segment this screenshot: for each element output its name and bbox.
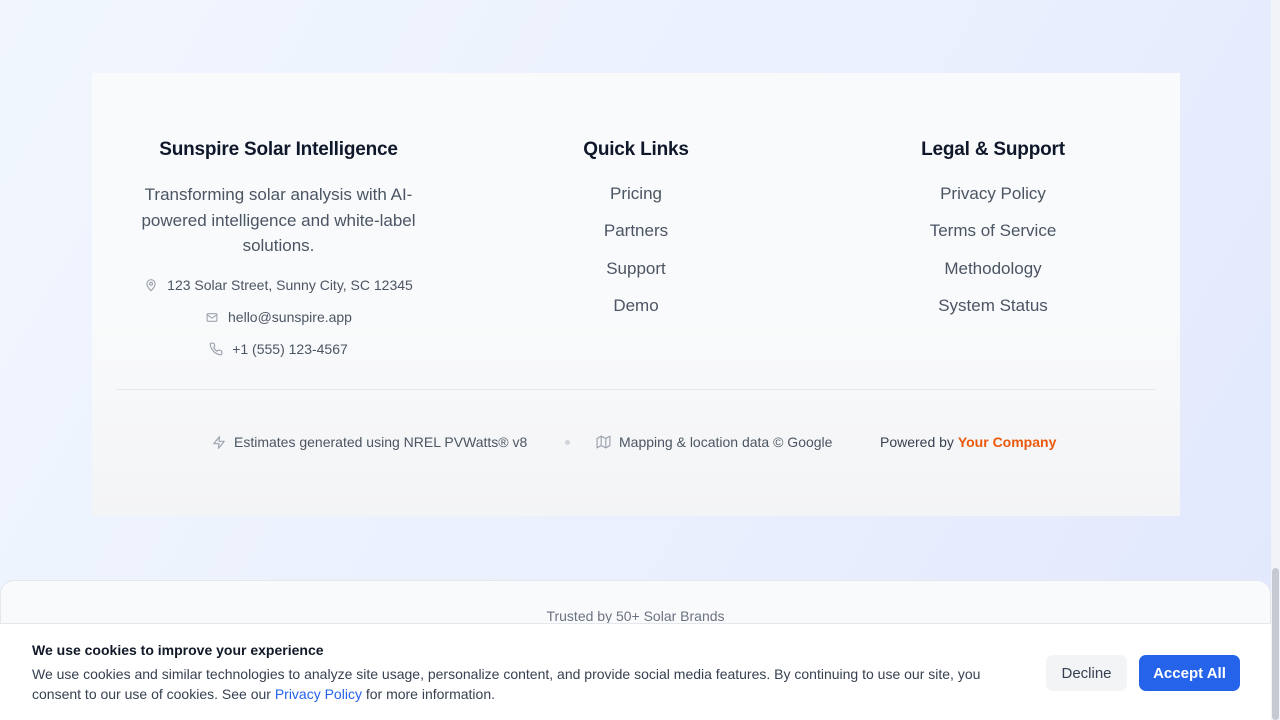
legal-support-heading: Legal & Support bbox=[921, 139, 1065, 160]
cookie-message-text: We use cookies and similar technologies … bbox=[32, 666, 981, 702]
attribution-mapping: Mapping & location data © Google bbox=[596, 432, 832, 452]
phone-icon bbox=[209, 342, 223, 356]
map-pin-icon bbox=[146, 278, 156, 291]
footer-link-demo[interactable]: Demo bbox=[497, 296, 775, 320]
contact-email[interactable]: hello@sunspire.app bbox=[116, 307, 441, 327]
cookie-privacy-policy-link[interactable]: Privacy Policy bbox=[275, 686, 362, 702]
powered-by-company-link[interactable]: Your Company bbox=[958, 434, 1057, 450]
powered-by-label: Powered by bbox=[880, 434, 954, 450]
footer-link-support[interactable]: Support bbox=[497, 259, 775, 283]
attribution-estimates: Estimates generated using NREL PVWatts® … bbox=[212, 432, 527, 452]
site-footer: Sunspire Solar Intelligence Transforming… bbox=[92, 73, 1180, 516]
contact-address: 123 Solar Street, Sunny City, SC 12345 bbox=[116, 275, 441, 295]
vertical-scrollbar[interactable] bbox=[1271, 0, 1280, 720]
zap-icon bbox=[213, 435, 225, 449]
quick-links-heading: Quick Links bbox=[583, 139, 689, 160]
contact-email-text[interactable]: hello@sunspire.app bbox=[228, 309, 352, 325]
footer-brand-title: Sunspire Solar Intelligence bbox=[159, 139, 398, 160]
footer-link-methodology[interactable]: Methodology bbox=[854, 259, 1132, 283]
powered-by: Powered by Your Company bbox=[880, 432, 1056, 452]
attribution-separator-dot bbox=[565, 440, 570, 445]
attribution-estimates-text: Estimates generated using NREL PVWatts® … bbox=[234, 434, 528, 450]
footer-link-system-status[interactable]: System Status bbox=[854, 296, 1132, 320]
decline-button[interactable]: Decline bbox=[1046, 655, 1127, 691]
contact-address-text: 123 Solar Street, Sunny City, SC 12345 bbox=[167, 277, 413, 293]
trusted-brands-text: Trusted by 50+ Solar Brands bbox=[546, 608, 725, 624]
cookie-message-text-end: for more information. bbox=[361, 686, 496, 702]
contact-phone-text[interactable]: +1 (555) 123-4567 bbox=[232, 341, 348, 357]
attribution-mapping-text: Mapping & location data © Google bbox=[619, 434, 833, 450]
map-icon bbox=[596, 435, 611, 449]
cookie-title: We use cookies to improve your experienc… bbox=[32, 642, 324, 658]
accept-all-button[interactable]: Accept All bbox=[1139, 655, 1240, 691]
cookie-message: We use cookies and similar technologies … bbox=[32, 664, 1027, 704]
footer-divider bbox=[116, 389, 1156, 390]
mail-icon bbox=[206, 312, 218, 322]
footer-link-partners[interactable]: Partners bbox=[497, 221, 775, 245]
footer-link-privacy-policy[interactable]: Privacy Policy bbox=[854, 184, 1132, 208]
cookie-consent-banner: We use cookies to improve your experienc… bbox=[0, 623, 1271, 720]
footer-link-terms-of-service[interactable]: Terms of Service bbox=[854, 221, 1132, 245]
footer-link-pricing[interactable]: Pricing bbox=[497, 184, 775, 208]
scrollbar-thumb[interactable] bbox=[1272, 568, 1279, 720]
contact-phone[interactable]: +1 (555) 123-4567 bbox=[116, 339, 441, 359]
footer-brand-description: Transforming solar analysis with AI-powe… bbox=[141, 185, 416, 255]
